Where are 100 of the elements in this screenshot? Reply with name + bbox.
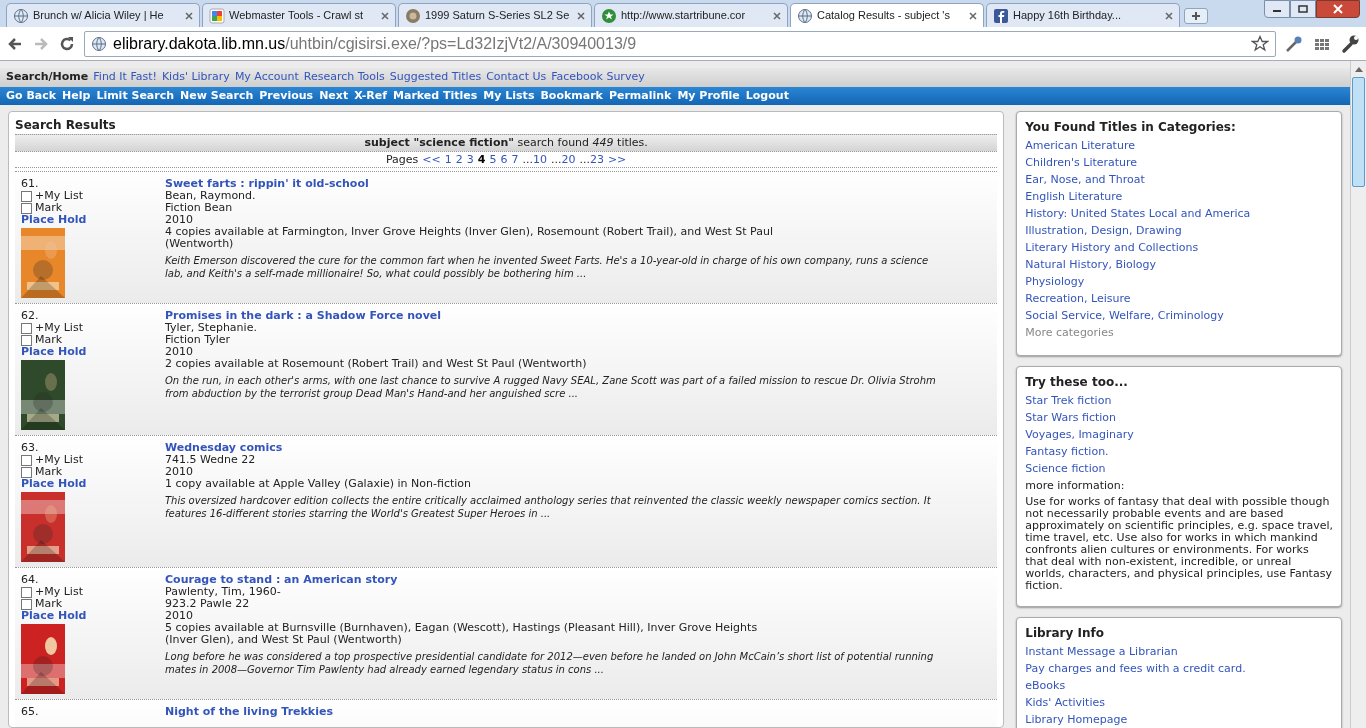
nav-link[interactable]: Contact Us: [486, 69, 547, 86]
result-title[interactable]: Wednesday comics: [165, 442, 945, 454]
reload-icon[interactable]: [58, 34, 76, 53]
scrollbar[interactable]: [1350, 61, 1366, 728]
nav-link[interactable]: My Account: [234, 69, 299, 86]
sidebar-link[interactable]: Kids' Activities: [1025, 694, 1333, 711]
my-list-checkbox[interactable]: [21, 190, 32, 202]
sidebar-link[interactable]: Recreation, Leisure: [1025, 290, 1333, 307]
close-button[interactable]: [1316, 0, 1360, 18]
close-icon: [1333, 4, 1343, 14]
page-link[interactable]: 4: [477, 152, 486, 167]
star-icon[interactable]: [1251, 34, 1269, 53]
result-title[interactable]: Sweet farts : rippin' it old-school: [165, 178, 945, 190]
my-list-checkbox[interactable]: [21, 586, 32, 598]
browser-tab[interactable]: Webmaster Tools - Crawl st: [202, 3, 396, 27]
result-summary: On the run, in each other's arms, with one last chance to survive A rugged Navy SEAL, Zane Scott was part of a failed mission to rescue Dr. Olivia Strohm from abduction by the terrorist group Dead Man's Hand-and her anguished scre ...: [165, 374, 937, 400]
sidebar-link[interactable]: Fantasy fiction.: [1025, 443, 1333, 460]
sidebar-link[interactable]: Star Wars fiction: [1025, 409, 1333, 426]
result-title[interactable]: Promises in the dark : a Shadow Force novel: [165, 310, 945, 322]
checkbox-label: Mark: [35, 202, 63, 214]
sidebar-link[interactable]: Ear, Nose, and Throat: [1025, 171, 1333, 188]
sidebar-link[interactable]: Voyages, Imaginary: [1025, 426, 1333, 443]
mark-checkbox[interactable]: [21, 598, 32, 610]
sidebar-link[interactable]: American Literature: [1025, 137, 1333, 154]
place-hold-link[interactable]: Place Hold: [21, 214, 165, 226]
result-title[interactable]: Night of the living Trekkies: [165, 706, 945, 718]
card-title: Try these too...: [1025, 374, 1129, 390]
action-link[interactable]: My Lists: [483, 87, 535, 105]
new-tab-button[interactable]: [1184, 8, 1208, 24]
action-link[interactable]: Previous: [259, 87, 314, 105]
action-link[interactable]: Logout: [745, 87, 789, 105]
action-link[interactable]: My Profile: [677, 87, 740, 105]
page-link[interactable]: 10: [532, 152, 547, 167]
action-link[interactable]: Next: [319, 87, 349, 105]
sidebar-link[interactable]: English Literature: [1025, 188, 1333, 205]
page-link[interactable]: 2: [455, 152, 463, 167]
close-icon[interactable]: [577, 11, 585, 20]
nav-link[interactable]: Suggested Titles: [389, 69, 482, 86]
maximize-button[interactable]: [1290, 0, 1316, 18]
browser-tab[interactable]: 1999 Saturn S-Series SL2 Se: [398, 3, 592, 27]
page-link[interactable]: 20: [561, 152, 576, 167]
mark-checkbox[interactable]: [21, 466, 32, 478]
place-hold-link[interactable]: Place Hold: [21, 346, 165, 358]
action-link[interactable]: Marked Titles: [393, 87, 478, 105]
my-list-checkbox[interactable]: [21, 322, 32, 334]
action-link[interactable]: Permalink: [608, 87, 672, 105]
sidebar-link[interactable]: Natural History, Biology: [1025, 256, 1333, 273]
minimize-button[interactable]: [1264, 0, 1290, 18]
sidebar-link[interactable]: Library Homepage: [1025, 711, 1333, 728]
page-link[interactable]: 23: [589, 152, 604, 167]
close-icon[interactable]: [185, 11, 193, 20]
place-hold-link[interactable]: Place Hold: [21, 610, 165, 622]
close-icon[interactable]: [381, 11, 389, 20]
action-link[interactable]: New Search: [180, 87, 254, 105]
action-link[interactable]: X-Ref: [354, 87, 388, 105]
browser-tab[interactable]: http://www.startribune.cor: [594, 3, 788, 27]
page-link[interactable]: 7: [511, 152, 519, 167]
page-link[interactable]: 1: [444, 152, 452, 167]
address-field[interactable]: elibrary.dakota.lib.mn.us/uhtbin/cgisirsi.exe/?ps=Ld32IzjVt2/A/30940013/9: [84, 30, 1276, 57]
action-link[interactable]: Go Back: [6, 87, 57, 105]
sidebar-link[interactable]: Physiology: [1025, 273, 1333, 290]
sidebar-link[interactable]: Literary History and Collections: [1025, 239, 1333, 256]
page-link[interactable]: 5: [489, 152, 497, 167]
sidebar-link[interactable]: Instant Message a Librarian: [1025, 643, 1333, 660]
action-link[interactable]: Bookmark: [540, 87, 603, 105]
mark-checkbox[interactable]: [21, 202, 32, 214]
action-link[interactable]: Limit Search: [96, 87, 175, 105]
nav-link[interactable]: Search/Home: [6, 69, 89, 86]
browser-tab[interactable]: Happy 16th Birthday...: [986, 3, 1180, 27]
result-title[interactable]: Courage to stand : an American story: [165, 574, 945, 586]
page-link[interactable]: 6: [500, 152, 508, 167]
place-hold-link[interactable]: Place Hold: [21, 478, 165, 490]
action-link[interactable]: Help: [62, 87, 91, 105]
checkbox-label: +My List: [35, 586, 83, 598]
page-link[interactable]: 3: [466, 152, 474, 167]
sidebar-link[interactable]: Science fiction: [1025, 460, 1333, 477]
nav-link[interactable]: Kids' Library: [161, 69, 230, 86]
close-icon[interactable]: [969, 11, 977, 20]
browser-tab[interactable]: Brunch w/ Alicia Wiley | He: [6, 3, 200, 27]
nav-link[interactable]: Find It Fast!: [93, 69, 157, 86]
mark-checkbox[interactable]: [21, 334, 32, 346]
scroll-up-icon[interactable]: [1354, 66, 1363, 72]
sidebar-link[interactable]: Children's Literature: [1025, 154, 1333, 171]
sidebar-link[interactable]: History: United States Local and America: [1025, 205, 1333, 222]
my-list-checkbox[interactable]: [21, 454, 32, 466]
sidebar-link[interactable]: Star Trek fiction: [1025, 392, 1333, 409]
page-link[interactable]: <<: [422, 152, 441, 167]
page-link[interactable]: >>: [607, 152, 627, 167]
sidebar-link[interactable]: Social Service, Welfare, Criminology: [1025, 307, 1333, 324]
checkbox-label: Mark: [35, 466, 63, 478]
browser-tab[interactable]: Catalog Results - subject 's: [790, 3, 984, 27]
nav-link[interactable]: Research Tools: [303, 69, 385, 86]
close-icon[interactable]: [773, 11, 781, 20]
close-icon[interactable]: [1165, 11, 1173, 20]
sidebar-link[interactable]: Pay charges and fees with a credit card.: [1025, 660, 1333, 677]
sidebar-link[interactable]: Illustration, Design, Drawing: [1025, 222, 1333, 239]
sidebar-link[interactable]: eBooks: [1025, 677, 1333, 694]
nav-link[interactable]: Facebook Survey: [551, 69, 645, 86]
scroll-thumb[interactable]: [1352, 77, 1365, 187]
wrench-icon[interactable]: [1340, 33, 1360, 54]
